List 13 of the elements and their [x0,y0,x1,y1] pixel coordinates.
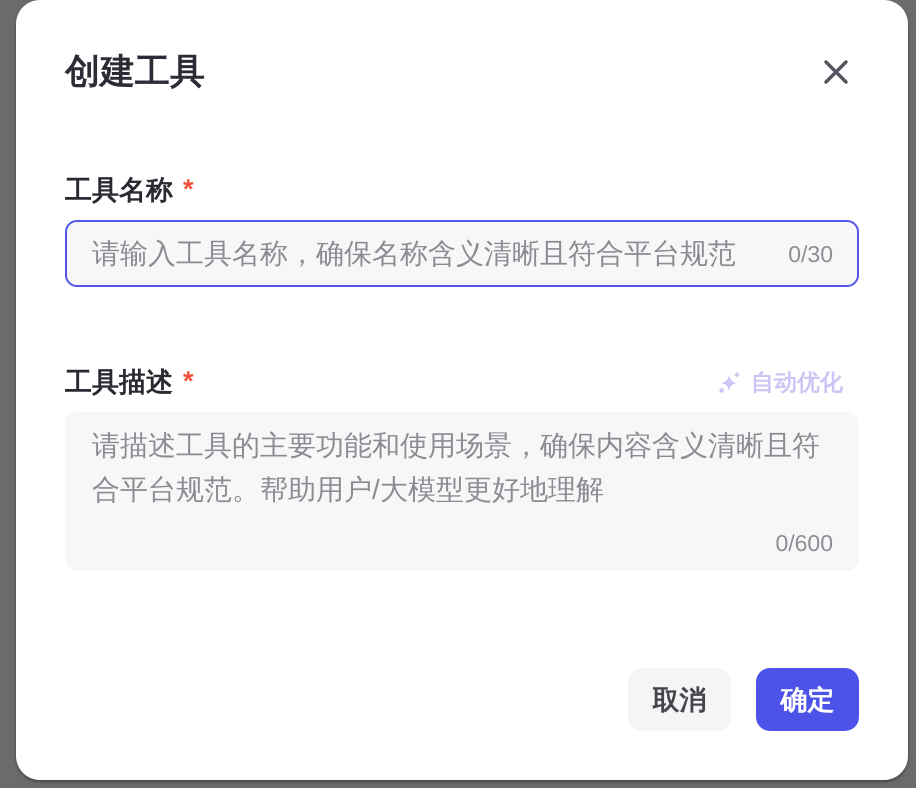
name-input-field[interactable]: 请输入工具名称，确保名称含义清晰且符合平台规范 0/30 [65,220,859,287]
required-asterisk: * [183,367,194,395]
close-icon[interactable] [824,60,848,84]
char-counter: 0/600 [775,529,833,558]
field-label: 工具描述 [65,368,173,396]
description-textarea[interactable]: 请描述工具的主要功能和使用场景，确保内容含义清晰且符合平台规范。帮助用户/大模型更好地理解 0/600 [65,412,859,571]
cancel-button[interactable]: 取消 [628,668,731,731]
char-counter: 0/30 [788,240,833,268]
sparkle-icon [719,371,741,393]
dialog-title: 创建工具 [65,52,205,92]
required-asterisk: * [183,175,194,203]
field-label: 工具名称 [65,176,173,204]
confirm-button[interactable]: 确定 [756,668,859,731]
